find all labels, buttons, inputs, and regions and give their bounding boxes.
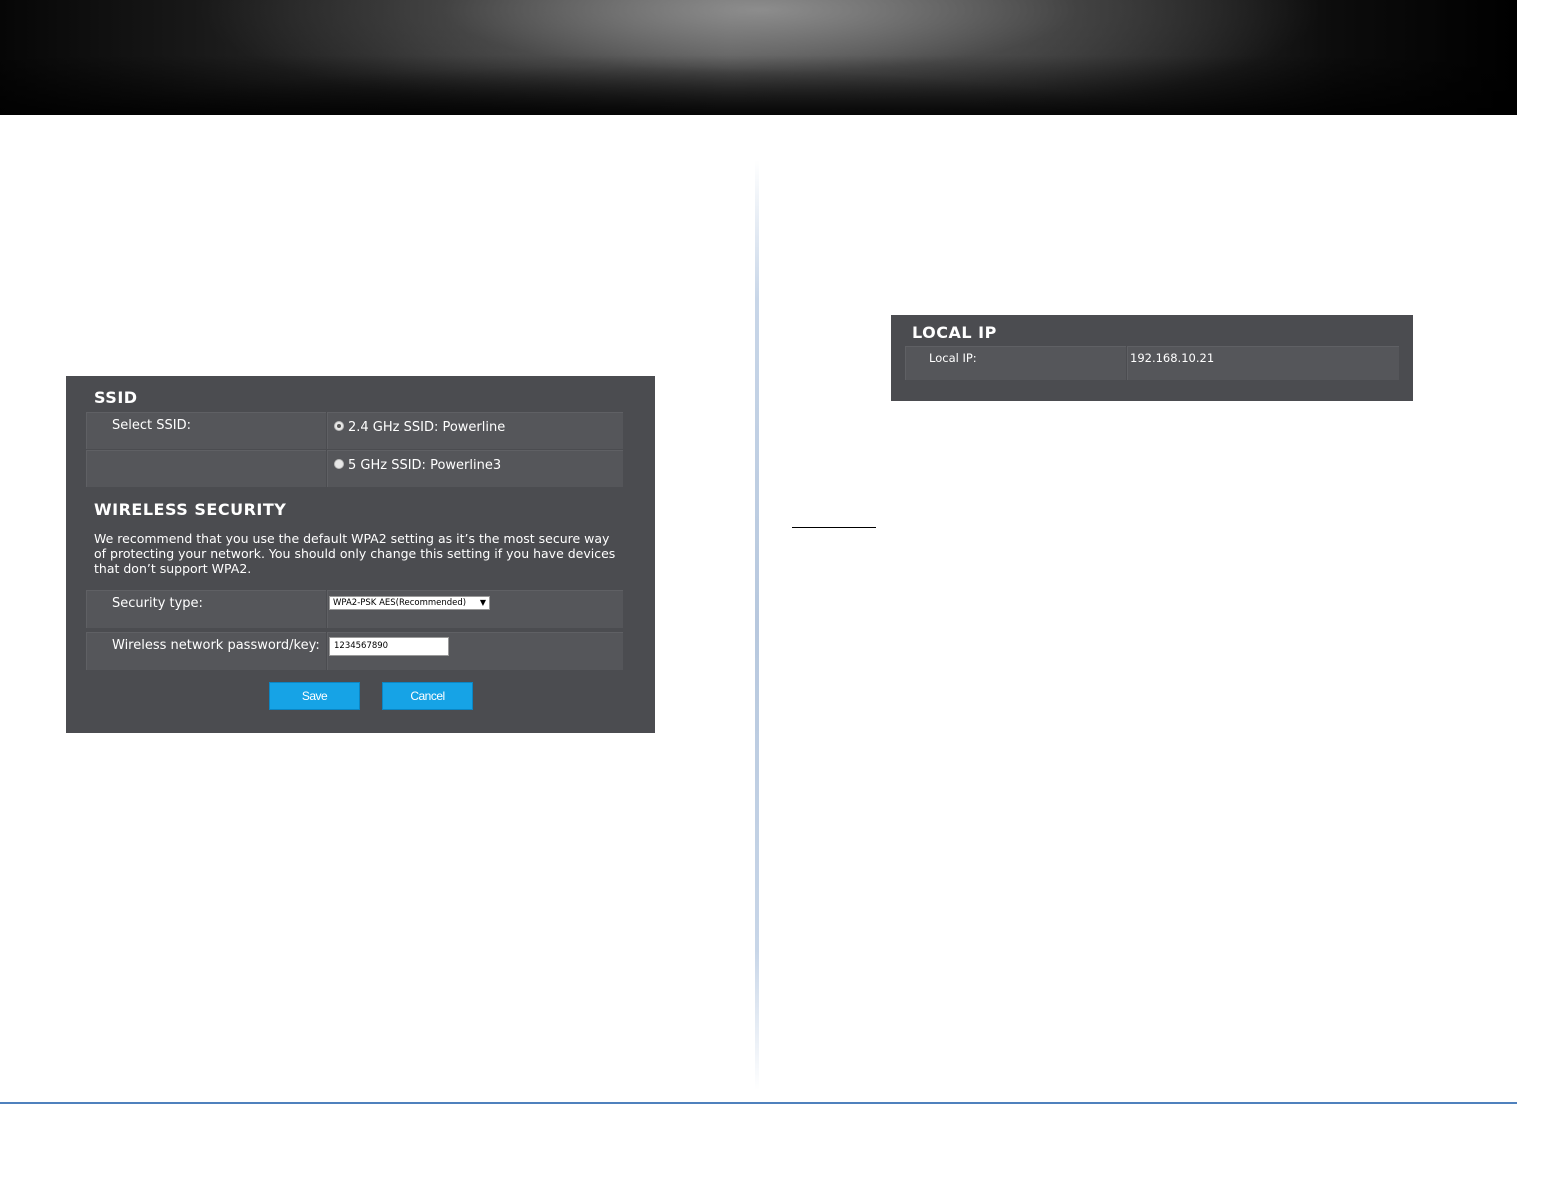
- ssid-5ghz-label[interactable]: 5 GHz SSID: Powerline3: [348, 458, 501, 473]
- security-type-select[interactable]: WPA2-PSK AES(Recommended) ▼: [329, 596, 490, 610]
- local-ip-panel: LOCAL IP Local IP: 192.168.10.21: [891, 315, 1413, 401]
- select-ssid-label-cell: Select SSID:: [86, 412, 326, 449]
- local-ip-value: 192.168.10.21: [1130, 351, 1215, 365]
- underline-mark: [792, 527, 876, 528]
- security-type-label: Security type:: [112, 596, 203, 611]
- ssid-24ghz-radio[interactable]: [334, 421, 344, 431]
- local-ip-value-cell: 192.168.10.21: [1127, 346, 1399, 380]
- cancel-button[interactable]: Cancel: [382, 682, 473, 710]
- empty-label-cell: [86, 450, 326, 487]
- ssid-24ghz-label[interactable]: 2.4 GHz SSID: Powerline: [348, 420, 505, 435]
- local-ip-label: Local IP:: [929, 351, 977, 365]
- password-label-cell: Wireless network password/key:: [86, 632, 326, 670]
- wireless-security-description: We recommend that you use the default WP…: [94, 531, 616, 576]
- password-input[interactable]: 1234567890: [329, 637, 449, 656]
- footer-rule: [0, 1102, 1517, 1104]
- security-type-label-cell: Security type:: [86, 590, 326, 628]
- ssid-option-cell-5: 5 GHz SSID: Powerline3: [327, 450, 623, 487]
- local-ip-title: LOCAL IP: [912, 323, 997, 342]
- ssid-5ghz-radio[interactable]: [334, 459, 344, 469]
- dropdown-caret-icon: ▼: [479, 598, 486, 607]
- security-type-selected-value: WPA2-PSK AES(Recommended): [333, 598, 467, 608]
- wireless-security-title: WIRELESS SECURITY: [94, 500, 287, 519]
- wireless-settings-panel: SSID Select SSID: 2.4 GHz SSID: Powerlin…: [66, 376, 655, 733]
- password-label: Wireless network password/key:: [112, 638, 320, 653]
- ssid-section-title: SSID: [94, 388, 138, 407]
- header-banner: [0, 0, 1517, 115]
- save-button[interactable]: Save: [269, 682, 360, 710]
- select-ssid-label: Select SSID:: [112, 418, 191, 433]
- ssid-option-cell-24: 2.4 GHz SSID: Powerline: [327, 412, 623, 449]
- column-divider: [755, 160, 759, 1090]
- local-ip-label-cell: Local IP:: [905, 346, 1126, 380]
